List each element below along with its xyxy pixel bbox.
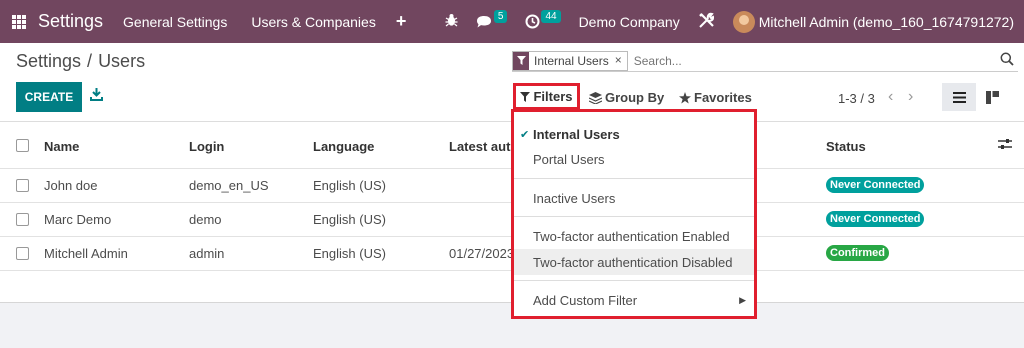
checkmark-icon: ✔ bbox=[520, 129, 530, 141]
breadcrumb-current: Users bbox=[98, 51, 146, 71]
dropdown-divider bbox=[514, 178, 754, 179]
filters-button[interactable]: Filters bbox=[513, 83, 580, 110]
chat-icon bbox=[476, 15, 491, 27]
column-header-name[interactable]: Name bbox=[44, 139, 79, 154]
layers-icon bbox=[589, 91, 602, 104]
cell-latest-authentication: 01/27/2023 bbox=[449, 246, 515, 261]
filter-internal-users[interactable]: Internal Users bbox=[533, 127, 620, 142]
column-header-login[interactable]: Login bbox=[189, 139, 224, 154]
add-custom-filter[interactable]: Add Custom Filter bbox=[533, 293, 637, 308]
list-view-button[interactable] bbox=[942, 83, 976, 111]
status-badge: Never Connected bbox=[826, 211, 925, 227]
star-icon bbox=[679, 91, 691, 103]
filters-label: Filters bbox=[533, 89, 573, 104]
optional-columns-icon[interactable] bbox=[998, 138, 1012, 153]
row-checkbox[interactable] bbox=[16, 179, 29, 192]
clock-icon bbox=[525, 14, 540, 29]
facet-label: Internal Users bbox=[534, 53, 609, 68]
messages-indicator[interactable]: 5 bbox=[476, 10, 508, 29]
breadcrumb: Settings / Users bbox=[16, 51, 145, 72]
dropdown-divider bbox=[514, 280, 754, 281]
menu-general-settings[interactable]: General Settings bbox=[123, 14, 227, 30]
debug-tools-icon[interactable] bbox=[698, 12, 715, 32]
search-input[interactable] bbox=[633, 53, 954, 68]
filters-dropdown: ✔ Internal Users Portal Users Inactive U… bbox=[511, 109, 757, 319]
cell-language: English (US) bbox=[313, 178, 386, 193]
messages-count-badge: 5 bbox=[493, 10, 508, 23]
cell-name: Mitchell Admin bbox=[44, 246, 128, 261]
group-by-label: Group By bbox=[605, 90, 665, 105]
filter-facet-icon bbox=[513, 51, 529, 70]
filter-portal-users[interactable]: Portal Users bbox=[533, 152, 605, 167]
company-switcher[interactable]: Demo Company bbox=[579, 14, 680, 30]
cell-language: English (US) bbox=[313, 246, 386, 261]
menu-users-companies[interactable]: Users & Companies bbox=[251, 14, 376, 30]
filter-icon bbox=[520, 91, 531, 102]
pager-next-icon[interactable]: › bbox=[908, 88, 913, 106]
top-navbar: Settings General Settings Users & Compan… bbox=[0, 0, 1024, 43]
cell-name: Marc Demo bbox=[44, 212, 112, 227]
search-bar: Internal Users × bbox=[512, 50, 1018, 72]
group-by-button[interactable]: Group By bbox=[589, 90, 664, 105]
status-badge: Never Connected bbox=[826, 177, 925, 193]
status-badge: Confirmed bbox=[826, 245, 889, 261]
favorites-label: Favorites bbox=[694, 90, 752, 105]
favorites-button[interactable]: Favorites bbox=[679, 90, 752, 105]
cell-login: admin bbox=[189, 246, 225, 261]
apps-menu-icon[interactable] bbox=[12, 14, 26, 29]
user-menu[interactable]: Mitchell Admin (demo_160_1674791272) bbox=[732, 10, 1014, 33]
activities-indicator[interactable]: 44 bbox=[525, 10, 561, 29]
kanban-icon bbox=[985, 90, 999, 104]
search-facet: Internal Users × bbox=[512, 50, 628, 71]
bug-icon[interactable] bbox=[445, 13, 458, 30]
cell-name: John doe bbox=[44, 178, 98, 193]
search-icon[interactable] bbox=[1000, 52, 1014, 69]
create-button[interactable]: CREATE bbox=[16, 82, 82, 112]
pager-value[interactable]: 1-3 / 3 bbox=[838, 91, 875, 106]
breadcrumb-separator: / bbox=[87, 51, 93, 71]
cell-login: demo_en_US bbox=[189, 178, 269, 193]
filter-2fa-disabled[interactable]: Two-factor authentication Disabled bbox=[533, 255, 732, 270]
submenu-arrow-icon: ▶ bbox=[739, 295, 746, 305]
cell-login: demo bbox=[189, 212, 222, 227]
user-name: Mitchell Admin (demo_160_1674791272) bbox=[758, 13, 1014, 30]
plus-icon[interactable]: + bbox=[396, 11, 407, 32]
filter-inactive-users[interactable]: Inactive Users bbox=[533, 191, 615, 206]
kanban-view-button[interactable] bbox=[978, 83, 1006, 111]
column-header-language[interactable]: Language bbox=[313, 139, 374, 154]
filter-2fa-enabled[interactable]: Two-factor authentication Enabled bbox=[533, 229, 730, 244]
navbar-systray: 5 44 Demo Company Mitchell Admin (demo_1… bbox=[427, 0, 1014, 43]
facet-remove-button[interactable]: × bbox=[615, 52, 627, 70]
activities-count-badge: 44 bbox=[541, 10, 561, 23]
column-header-status[interactable]: Status bbox=[826, 139, 866, 154]
dropdown-divider bbox=[514, 216, 754, 217]
breadcrumb-parent[interactable]: Settings bbox=[16, 51, 81, 71]
download-icon[interactable] bbox=[90, 88, 103, 104]
cell-language: English (US) bbox=[313, 212, 386, 227]
select-all-checkbox[interactable] bbox=[16, 139, 29, 152]
list-icon bbox=[952, 91, 966, 103]
app-title[interactable]: Settings bbox=[38, 11, 103, 32]
row-checkbox[interactable] bbox=[16, 213, 29, 226]
pager-previous-icon[interactable]: ‹ bbox=[888, 88, 893, 106]
row-checkbox[interactable] bbox=[16, 247, 29, 260]
avatar bbox=[732, 10, 755, 33]
